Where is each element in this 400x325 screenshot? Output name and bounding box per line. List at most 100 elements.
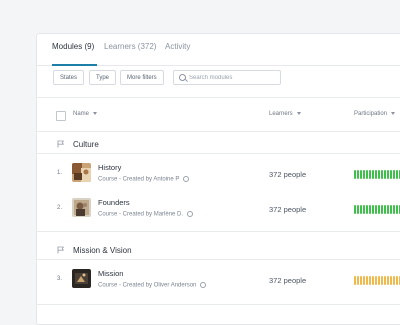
participation-segment [384, 205, 386, 214]
participation-segment [387, 276, 389, 285]
select-all-checkbox[interactable] [56, 111, 66, 121]
participation-segment [387, 170, 389, 179]
learners-count: 372 people [269, 276, 307, 285]
learners-count: 372 people [269, 170, 307, 179]
row-number: 1. [57, 170, 63, 176]
course-subtitle: Course - Created by Marlène D. [98, 211, 194, 218]
participation-segment [360, 205, 362, 214]
participation-bar [354, 276, 400, 285]
participation-bar [354, 205, 400, 214]
states-filter-button[interactable]: States [53, 70, 85, 85]
search-box [173, 70, 281, 85]
participation-segment [381, 170, 383, 179]
participation-segment [375, 205, 377, 214]
info-icon[interactable] [183, 176, 190, 182]
course-title[interactable]: History [98, 163, 121, 172]
sort-caret-icon [296, 111, 301, 115]
tab-learners[interactable]: Learners (372) [104, 42, 156, 51]
course-subtitle: Course - Created by Oliver Anderson [98, 282, 207, 289]
search-input[interactable] [189, 72, 277, 83]
participation-header-label: Participation [354, 111, 388, 117]
search-icon [179, 74, 186, 81]
participation-segment [357, 170, 359, 179]
participation-bar [354, 170, 400, 179]
course-thumbnail [72, 198, 91, 217]
participation-segment [390, 205, 392, 214]
group-title-mission-vision: Mission & Vision [73, 246, 132, 255]
tab-bar: Modules (9) Learners (372) Activity [37, 34, 400, 66]
participation-segment [390, 170, 392, 179]
participation-segment [372, 170, 374, 179]
participation-segment [369, 205, 371, 214]
header-divider [37, 131, 400, 132]
participation-segment [378, 205, 380, 214]
learners-column-header[interactable]: Learners [269, 111, 301, 117]
participation-segment [360, 276, 362, 285]
participation-segment [375, 170, 377, 179]
participation-segment [360, 170, 362, 179]
participation-segment [375, 276, 377, 285]
info-icon[interactable] [187, 211, 194, 217]
course-meta: Course - Created by Marlène D. [98, 211, 184, 218]
participation-segment [378, 170, 380, 179]
course-subtitle: Course - Created by Antoine P [98, 176, 190, 183]
more-filters-button[interactable]: More filters [120, 70, 164, 85]
active-tab-indicator [52, 64, 97, 66]
participation-segment [372, 205, 374, 214]
name-column-header[interactable]: Name [73, 111, 98, 117]
participation-segment [384, 276, 386, 285]
filters-divider [37, 97, 400, 98]
participation-segment [354, 205, 356, 214]
participation-segment [366, 276, 368, 285]
participation-segment [354, 276, 356, 285]
learners-header-label: Learners [269, 111, 293, 117]
sort-caret-icon [93, 111, 98, 115]
participation-segment [387, 205, 389, 214]
participation-segment [369, 170, 371, 179]
participation-segment [381, 205, 383, 214]
participation-segment [363, 170, 365, 179]
row-divider [37, 304, 400, 305]
flag-icon [57, 140, 64, 148]
participation-segment [354, 170, 356, 179]
participation-segment [357, 276, 359, 285]
participation-column-header[interactable]: Participation [354, 111, 396, 117]
participation-segment [363, 205, 365, 214]
course-title[interactable]: Mission [98, 269, 123, 278]
participation-segment [393, 276, 395, 285]
info-icon[interactable] [200, 282, 207, 288]
participation-segment [396, 276, 398, 285]
group-title-culture: Culture [73, 140, 99, 149]
participation-segment [393, 205, 395, 214]
course-meta: Course - Created by Oliver Anderson [98, 282, 197, 289]
learners-count: 372 people [269, 205, 307, 214]
participation-segment [372, 276, 374, 285]
course-thumbnail [72, 269, 91, 288]
tab-modules[interactable]: Modules (9) [52, 42, 94, 51]
participation-segment [393, 170, 395, 179]
course-thumbnail [72, 163, 91, 182]
type-filter-button[interactable]: Type [89, 70, 117, 85]
group-divider [37, 259, 400, 260]
participation-segment [363, 276, 365, 285]
participation-segment [390, 276, 392, 285]
participation-segment [378, 276, 380, 285]
name-header-label: Name [73, 111, 90, 117]
participation-segment [396, 170, 398, 179]
flag-icon [57, 246, 64, 254]
row-number: 2. [57, 205, 63, 211]
course-title[interactable]: Founders [98, 198, 130, 207]
participation-segment [366, 170, 368, 179]
modules-panel: Modules (9) Learners (372) Activity Stat… [36, 33, 400, 325]
participation-segment [369, 276, 371, 285]
tab-activity[interactable]: Activity [165, 42, 190, 51]
sort-caret-icon [391, 111, 396, 115]
participation-segment [366, 205, 368, 214]
participation-segment [357, 205, 359, 214]
participation-segment [381, 276, 383, 285]
course-meta: Course - Created by Antoine P [98, 176, 180, 183]
group-divider [37, 153, 400, 154]
row-divider [37, 231, 400, 232]
row-number: 3. [57, 276, 63, 282]
participation-segment [384, 170, 386, 179]
